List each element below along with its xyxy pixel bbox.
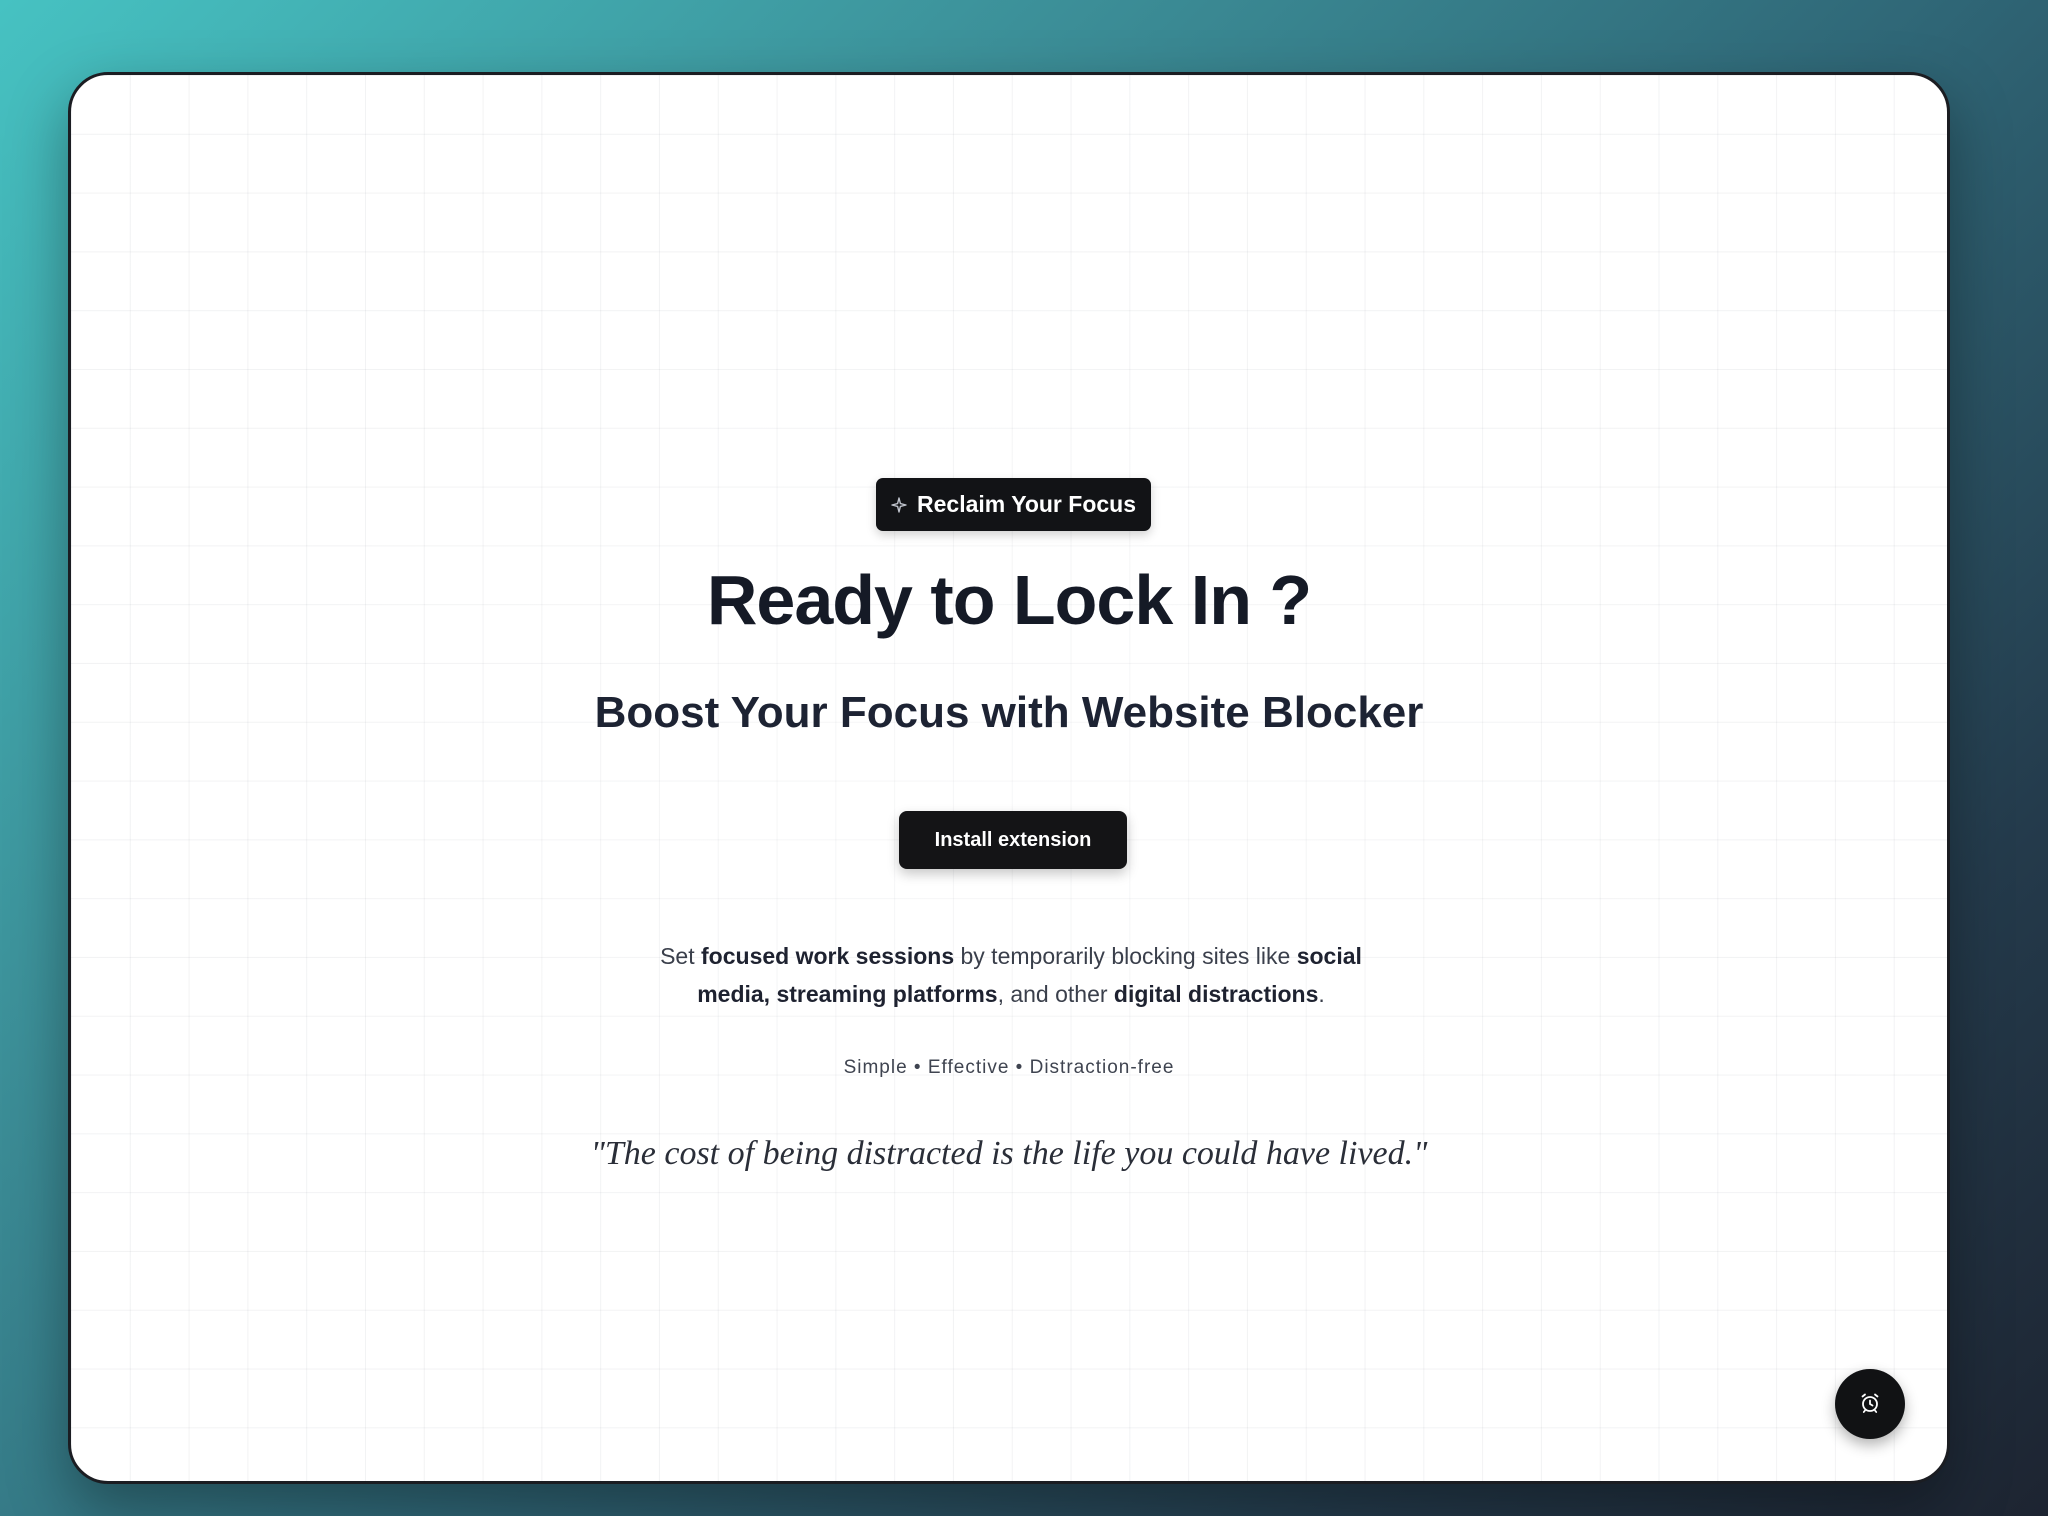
tagline: Simple • Effective • Distraction-free [843,1057,1175,1078]
page-title: Ready to Lock In ? [706,561,1312,639]
desc-part: . [1318,981,1325,1007]
alarm-fab-button[interactable] [1835,1369,1905,1439]
desc-part: by temporarily blocking sites like [954,943,1297,969]
alarm-clock-icon [1858,1391,1882,1418]
badge-label: Reclaim Your Focus [917,491,1136,517]
page-subtitle: Boost Your Focus with Website Blocker [594,688,1424,737]
desc-emphasis: focused work sessions [701,943,955,969]
reclaim-focus-badge: Reclaim Your Focus [876,478,1151,531]
quote: "The cost of being distracted is the lif… [590,1135,1428,1172]
desc-part: Set [660,943,702,969]
sparkle-icon [891,496,907,513]
app-window: Reclaim Your Focus Ready to Lock In ? Bo… [68,72,1950,1484]
desc-part: , and other [997,981,1114,1007]
hero-section: Reclaim Your Focus Ready to Lock In ? Bo… [71,75,1947,1481]
desc-emphasis: digital distractions [1113,981,1319,1007]
description-text: Set focused work sessions by temporarily… [631,937,1391,1013]
install-extension-button[interactable]: Install extension [899,811,1127,869]
